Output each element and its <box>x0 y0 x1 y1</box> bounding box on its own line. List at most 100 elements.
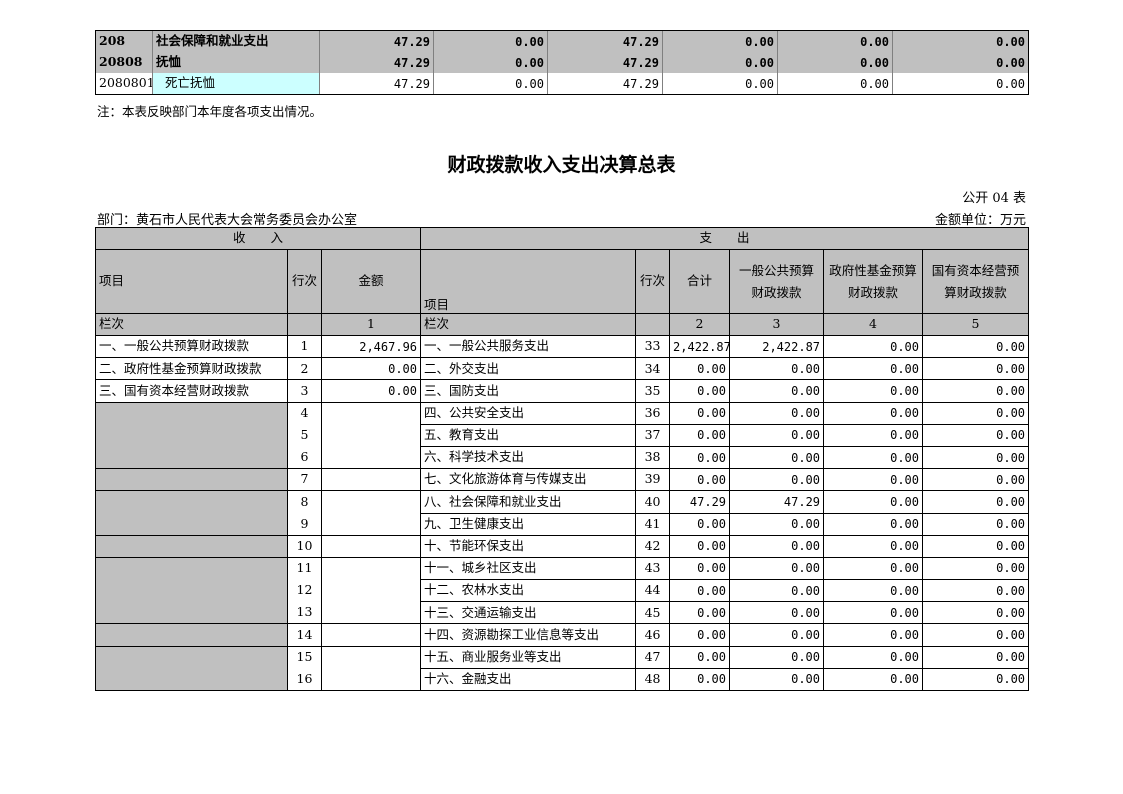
expense-item: 十四、资源勘探工业信息等支出 <box>420 623 637 647</box>
column-index: 3 <box>729 313 825 336</box>
expense-total: 0.00 <box>669 601 731 625</box>
expense-item: 七、文化旅游体育与传媒支出 <box>420 468 637 492</box>
expenditure-detail-table: 208 社会保障和就业支出 47.29 0.00 47.29 0.00 0.00… <box>95 30 1029 95</box>
state-capital-value: 0.00 <box>922 579 1030 603</box>
expense-item-header: 项目 <box>420 249 637 314</box>
general-budget-value: 0.00 <box>729 579 825 603</box>
income-item <box>95 645 288 669</box>
expense-total: 0.00 <box>669 645 731 669</box>
state-capital-value: 0.00 <box>922 379 1030 403</box>
expense-total: 0.00 <box>669 445 731 470</box>
income-amount <box>320 534 422 558</box>
expense-row-no: 42 <box>635 534 671 558</box>
income-amount <box>320 645 422 669</box>
general-budget-value: 0.00 <box>729 445 825 470</box>
expense-row-no: 36 <box>635 401 671 425</box>
expense-total: 0.00 <box>669 423 731 447</box>
expense-row-no: 41 <box>635 512 671 536</box>
income-row-no: 3 <box>287 379 322 403</box>
income-item <box>95 579 288 602</box>
expense-total: 0.00 <box>669 579 731 603</box>
income-item-header: 项目 <box>95 249 288 314</box>
subject-code: 208 <box>95 30 153 52</box>
income-item <box>95 623 288 647</box>
table-row: 8 八、社会保障和就业支出 40 47.29 47.29 0.00 0.00 <box>95 490 1030 514</box>
income-amount: 2,467.96 <box>320 334 422 359</box>
income-row-no: 2 <box>287 357 322 381</box>
subject-name: 社会保障和就业支出 <box>152 30 320 52</box>
state-capital-value: 0.00 <box>922 667 1030 692</box>
state-capital-value: 0.00 <box>922 534 1030 558</box>
cell-value: 47.29 <box>547 73 663 95</box>
table-row: 208 社会保障和就业支出 47.29 0.00 47.29 0.00 0.00… <box>95 30 1029 52</box>
table-row: 三、国有资本经营财政拨款 3 0.00 三、国防支出 35 0.00 0.00 0.00 0.0… <box>95 379 1030 403</box>
income-row-no: 12 <box>287 579 322 602</box>
gov-fund-value: 0.00 <box>823 623 924 647</box>
income-amount <box>320 668 422 692</box>
table-row: 4 四、公共安全支出 36 0.00 0.00 0.00 0.00 <box>95 401 1030 425</box>
header-row: 收 入 支 出 <box>94 227 1030 250</box>
column-index-row: 栏次 1 栏次 2 3 4 5 <box>95 313 1030 336</box>
income-item <box>95 401 288 425</box>
income-amount: 0.00 <box>320 379 422 403</box>
income-row-no-header: 行次 <box>287 249 322 314</box>
gov-fund-value: 0.00 <box>823 534 924 558</box>
expense-item: 一、一般公共服务支出 <box>420 334 637 359</box>
subject-name: 死亡抚恤 <box>152 73 320 95</box>
table-row: 2080801 死亡抚恤 47.29 0.00 47.29 0.00 0.00 … <box>95 73 1029 95</box>
expense-total: 0.00 <box>669 468 731 492</box>
expense-total: 0.00 <box>669 357 731 381</box>
general-budget-value: 0.00 <box>729 512 825 536</box>
gov-fund-value: 0.00 <box>823 667 924 692</box>
expense-item: 十、节能环保支出 <box>420 534 637 558</box>
cell-value: 0.00 <box>662 52 778 73</box>
state-capital-value: 0.00 <box>922 468 1030 492</box>
table-row: 14 十四、资源勘探工业信息等支出 46 0.00 0.00 0.00 0.00 <box>95 623 1030 647</box>
table-row: 13 十三、交通运输支出 45 0.00 0.00 0.00 0.00 <box>95 601 1030 625</box>
income-header: 收 入 <box>94 227 422 250</box>
income-row-no: 14 <box>287 623 322 647</box>
appropriation-summary-table: 收 入 支 出 项目 行次 金额 项目 行次 合计 一般公共预算财政拨款 政府性… <box>94 227 1030 692</box>
expense-row-no: 37 <box>635 423 671 447</box>
cell-value: 47.29 <box>547 52 663 73</box>
table-row: 5 五、教育支出 37 0.00 0.00 0.00 0.00 <box>95 423 1030 447</box>
general-budget-value: 0.00 <box>729 357 825 381</box>
state-capital-value: 0.00 <box>922 423 1030 447</box>
gov-fund-value: 0.00 <box>823 357 924 381</box>
department-label: 部门：黄石市人民代表大会常务委员会办公室 <box>97 213 358 228</box>
gov-fund-value: 0.00 <box>823 512 924 536</box>
gov-fund-value: 0.00 <box>823 490 924 514</box>
expense-total: 47.29 <box>669 490 731 514</box>
income-item <box>95 601 288 625</box>
income-row-no: 13 <box>287 601 322 625</box>
income-item <box>95 513 288 536</box>
table-row: 11 十一、城乡社区支出 43 0.00 0.00 0.00 0.00 <box>95 556 1030 581</box>
income-item <box>95 468 288 492</box>
expense-item: 十二、农林水支出 <box>420 579 637 603</box>
gov-fund-value: 0.00 <box>823 334 924 359</box>
state-capital-value: 0.00 <box>922 357 1030 381</box>
income-item <box>95 668 288 692</box>
gov-fund-value: 0.00 <box>823 645 924 669</box>
expense-item: 六、科学技术支出 <box>420 445 637 470</box>
expense-item: 十六、金融支出 <box>420 667 637 692</box>
income-amount <box>320 401 422 425</box>
cell-value: 47.29 <box>547 30 663 52</box>
cell-value: 0.00 <box>892 30 1029 52</box>
expense-total: 0.00 <box>669 512 731 536</box>
expense-total: 0.00 <box>669 667 731 692</box>
cell-value: 0.00 <box>777 52 893 73</box>
income-amount <box>320 424 422 447</box>
expense-row-no: 35 <box>635 379 671 403</box>
table-row: 20808 抚恤 47.29 0.00 47.29 0.00 0.00 0.00 <box>95 52 1029 73</box>
income-row-no: 9 <box>287 513 322 536</box>
cell-value: 47.29 <box>319 30 434 52</box>
expense-row-no: 38 <box>635 445 671 470</box>
income-row-no: 6 <box>287 446 322 470</box>
income-row-no: 1 <box>287 334 322 359</box>
general-budget-value: 0.00 <box>729 401 825 425</box>
cell-value: 0.00 <box>433 73 548 95</box>
subject-name: 抚恤 <box>152 52 320 73</box>
table-row: 一、一般公共预算财政拨款 1 2,467.96 一、一般公共服务支出 33 2,422.8… <box>95 334 1030 359</box>
column-index: 2 <box>669 313 731 336</box>
